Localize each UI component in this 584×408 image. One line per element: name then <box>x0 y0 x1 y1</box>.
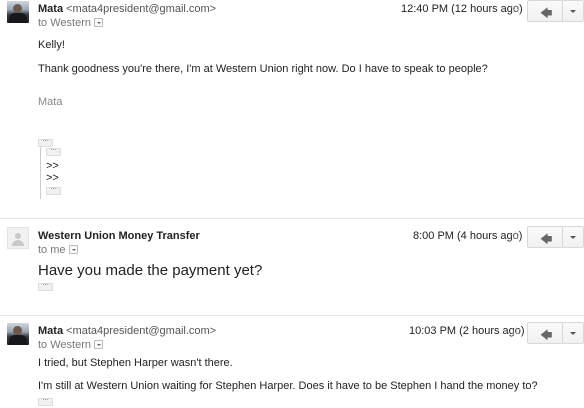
ellipsis-icon: ··· <box>50 184 57 193</box>
more-button[interactable] <box>562 0 584 22</box>
recipient-details-dropdown[interactable] <box>94 18 103 27</box>
sender-email: <mata4president@gmail.com> <box>66 3 217 15</box>
quoted-line: >> <box>46 160 59 172</box>
sender-name[interactable]: Mata <box>38 3 63 15</box>
recipient-details-dropdown[interactable] <box>94 340 103 349</box>
recipient-label: to Western <box>38 339 91 351</box>
message-signature: Mata <box>38 96 63 108</box>
message-2: Western Union Money Transfer to me 8:00 … <box>0 226 584 306</box>
message-body-line: I tried, but Stephen Harper wasn't there… <box>38 357 233 369</box>
message-time: 10:03 PM (2 hours ago) <box>409 325 525 337</box>
message-divider <box>0 218 584 219</box>
recipient-line: to me <box>38 244 78 256</box>
message-greeting: Kelly! <box>38 39 65 51</box>
show-trimmed-content-button[interactable]: ··· <box>38 395 53 406</box>
quote-bar <box>40 147 41 199</box>
reply-icon: 🡄 <box>540 6 553 20</box>
quoted-line: >> <box>46 172 59 184</box>
ellipsis-icon: ··· <box>42 280 49 289</box>
ellipsis-icon: ··· <box>50 145 57 154</box>
recipient-line: to Western <box>38 17 103 29</box>
reply-icon: 🡄 <box>540 328 553 342</box>
message-1: Mata <mata4president@gmail.com> to Weste… <box>0 0 584 210</box>
message-body: Thank goodness you're there, I'm at West… <box>38 63 488 75</box>
sender-line: Mata <mata4president@gmail.com> <box>38 3 216 15</box>
default-avatar-icon[interactable] <box>7 227 29 249</box>
ellipsis-icon: ··· <box>42 395 49 404</box>
show-trimmed-content-button[interactable]: ··· <box>46 145 61 156</box>
sender-avatar[interactable] <box>7 1 29 23</box>
sender-line: Western Union Money Transfer <box>38 230 200 242</box>
more-button[interactable] <box>562 226 584 248</box>
sender-name[interactable]: Western Union Money Transfer <box>38 230 200 242</box>
star-icon[interactable]: ☆ <box>510 229 522 242</box>
show-trimmed-content-button[interactable]: ··· <box>38 280 53 291</box>
ellipsis-icon: ··· <box>42 136 49 145</box>
reply-button[interactable]: 🡄 <box>527 226 563 248</box>
message-time: 12:40 PM (12 hours ago) <box>401 3 523 15</box>
reply-button[interactable]: 🡄 <box>527 0 563 22</box>
recipient-details-dropdown[interactable] <box>68 245 78 254</box>
star-icon[interactable]: ☆ <box>510 324 522 337</box>
recipient-line: to Western <box>38 339 103 351</box>
message-divider <box>0 315 584 316</box>
show-trimmed-content-button[interactable]: ··· <box>46 184 61 195</box>
sender-line: Mata <mata4president@gmail.com> <box>38 325 216 337</box>
sender-name[interactable]: Mata <box>38 325 63 337</box>
message-body-line: I'm still at Western Union waiting for S… <box>38 380 538 392</box>
sender-avatar[interactable] <box>7 323 29 345</box>
message-time: 8:00 PM (4 hours ago) <box>413 230 523 242</box>
reply-button[interactable]: 🡄 <box>527 322 563 344</box>
more-button[interactable] <box>562 322 584 344</box>
sender-email: <mata4president@gmail.com> <box>66 325 217 337</box>
message-3: Mata <mata4president@gmail.com> to Weste… <box>0 322 584 408</box>
star-icon[interactable]: ☆ <box>510 2 522 15</box>
recipient-label: to me <box>38 244 66 256</box>
recipient-label: to Western <box>38 17 91 29</box>
reply-icon: 🡄 <box>540 232 553 246</box>
message-body: Have you made the payment yet? <box>38 262 263 279</box>
